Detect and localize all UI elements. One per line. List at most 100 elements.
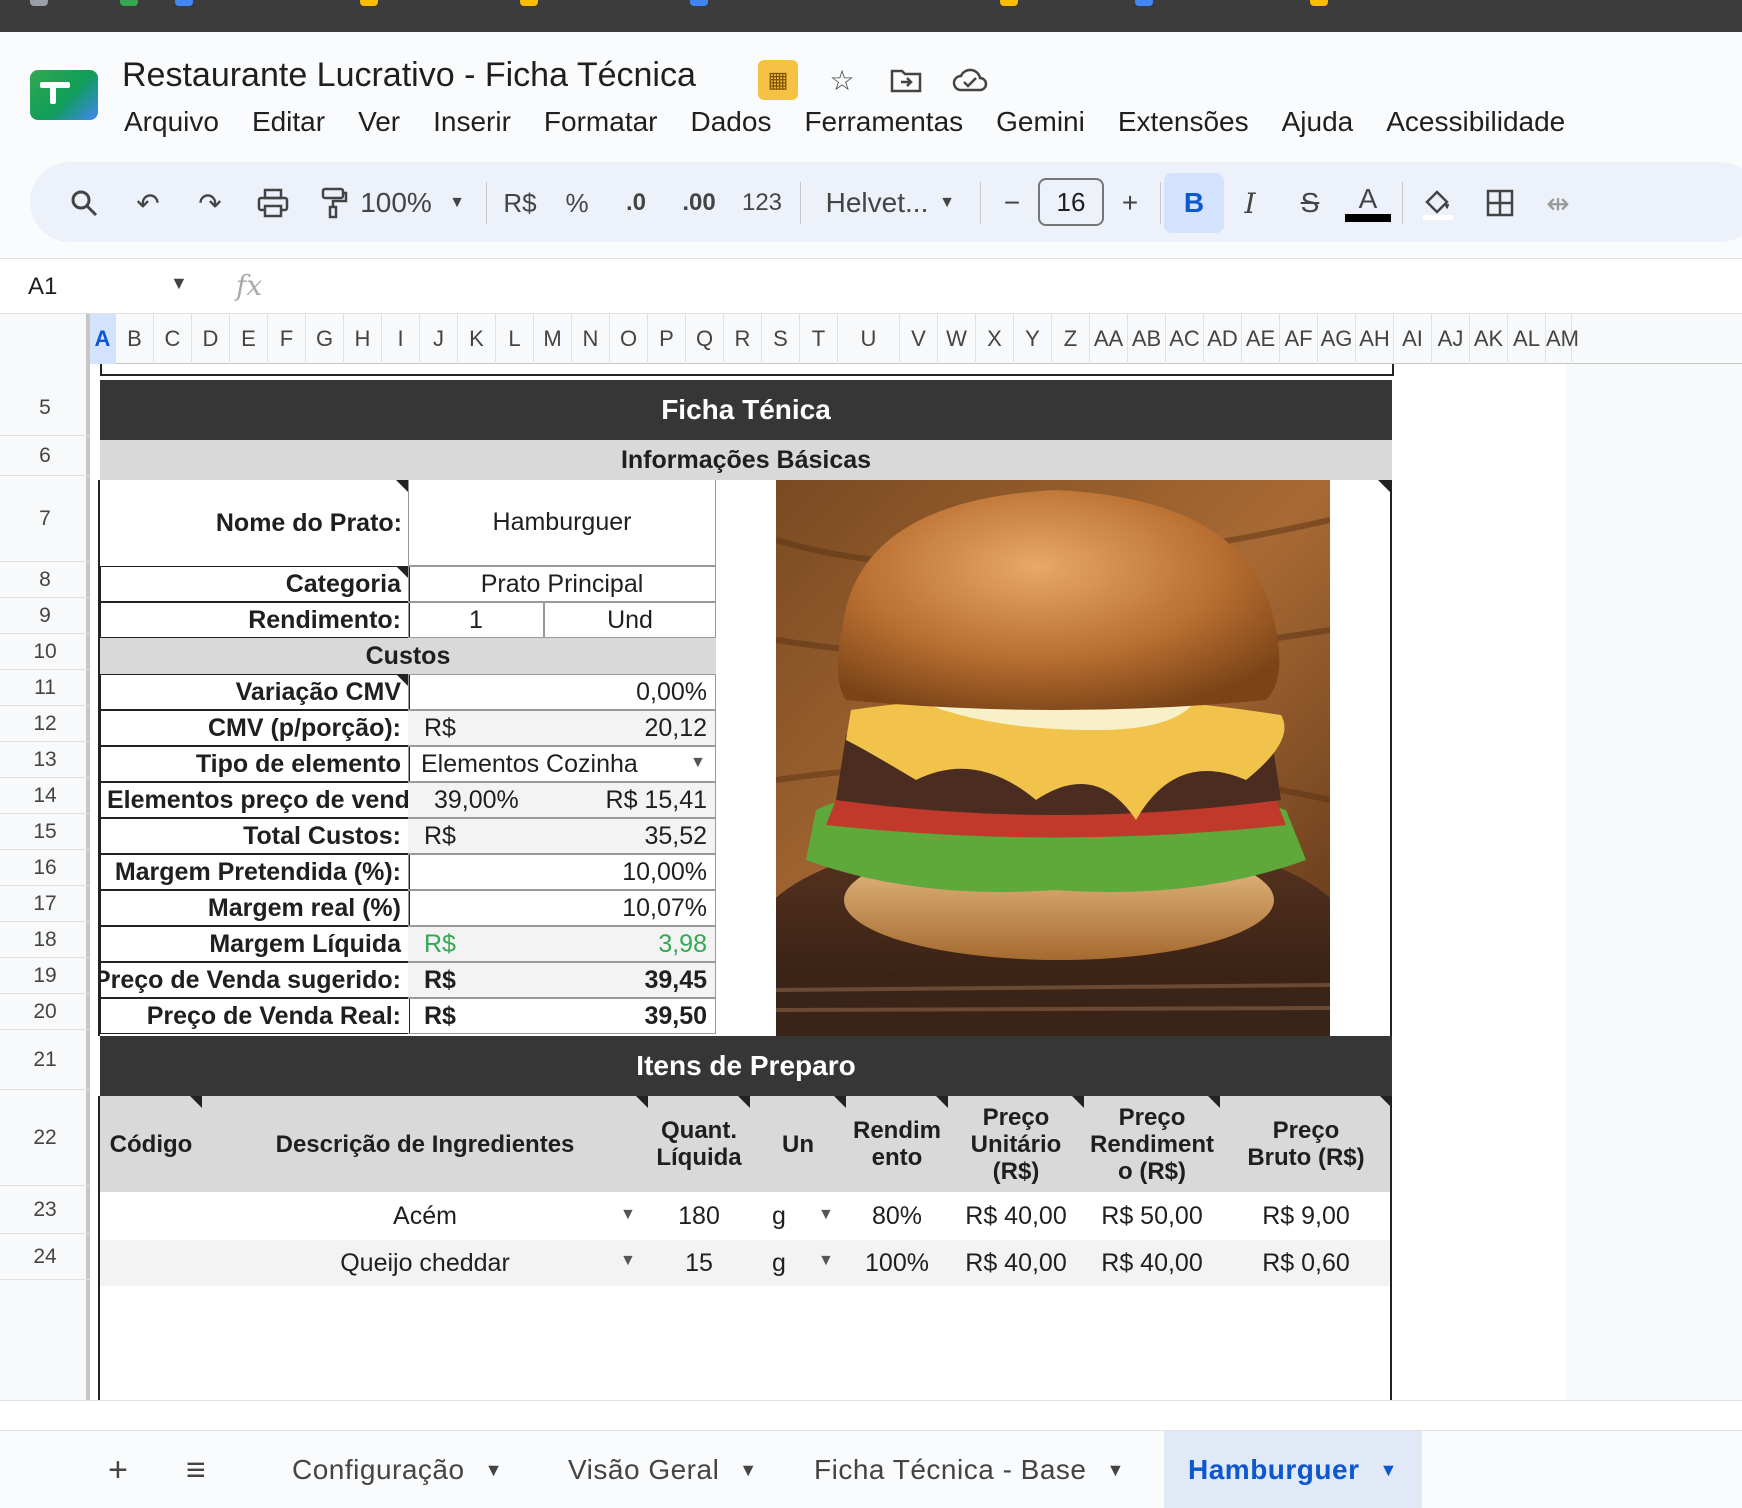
chevron-down-icon[interactable]: ▼ [1379, 1460, 1397, 1481]
italic-button[interactable]: I [1230, 182, 1270, 224]
ingredient-gross-price[interactable]: R$ 0,60 [1220, 1240, 1392, 1286]
sheets-logo-icon[interactable] [30, 70, 98, 120]
column-header-j[interactable]: J [420, 314, 458, 364]
sheet-tab-ficha-tecnica-base[interactable]: Ficha Técnica - Base ▼ [814, 1431, 1125, 1508]
column-header-u[interactable]: U [838, 314, 900, 364]
number-format-button[interactable]: 123 [736, 182, 788, 224]
unit-dropdown-icon[interactable]: ▼ [818, 1252, 834, 1270]
col-header-unit-price[interactable]: Preço Unitário (R$) [948, 1096, 1084, 1192]
real-margin-label[interactable]: Margem real (%) [100, 890, 410, 926]
total-costs-label[interactable]: Total Custos: [100, 818, 410, 854]
all-sheets-menu-button[interactable]: ≡ [186, 1431, 206, 1508]
borders-icon[interactable] [1478, 182, 1522, 224]
chevron-down-icon[interactable]: ▼ [1107, 1460, 1125, 1481]
sheet-tab-hamburguer[interactable]: Hamburguer ▼ [1164, 1431, 1422, 1508]
undo-icon[interactable]: ↶ [128, 182, 168, 224]
dish-photo[interactable] [776, 480, 1330, 1036]
column-header-ag[interactable]: AG [1318, 314, 1356, 364]
column-header-n[interactable]: N [572, 314, 610, 364]
col-header-unit[interactable]: Un [750, 1096, 846, 1192]
menu-ver[interactable]: Ver [358, 106, 400, 138]
chevron-down-icon[interactable]: ▼ [485, 1460, 503, 1481]
menu-acessibilidade[interactable]: Acessibilidade [1386, 106, 1565, 138]
menu-dados[interactable]: Dados [691, 106, 772, 138]
decrease-font-size-button[interactable]: − [992, 182, 1032, 224]
suggested-price-currency[interactable]: R$ [408, 962, 528, 998]
real-price-value[interactable]: 39,50 [528, 998, 716, 1034]
row-header-6[interactable]: 6 [0, 436, 90, 476]
column-header-a[interactable]: A [90, 314, 116, 364]
element-type-dropdown[interactable]: Elementos Cozinha [408, 746, 716, 782]
sale-elements-label[interactable]: Elementos preço de venda (% [100, 782, 410, 818]
prep-title[interactable]: Itens de Preparo [100, 1036, 1392, 1096]
font-dropdown-icon[interactable]: ▼ [932, 182, 962, 224]
net-margin-value[interactable]: 3,98 [528, 926, 716, 962]
column-header-i[interactable]: I [382, 314, 420, 364]
column-header-o[interactable]: O [610, 314, 648, 364]
column-header-aa[interactable]: AA [1090, 314, 1128, 364]
increase-decimals-button[interactable]: .00 [674, 182, 724, 224]
header-title[interactable]: Ficha Ténica [100, 380, 1392, 440]
column-header-ac[interactable]: AC [1166, 314, 1204, 364]
zoom-select[interactable]: 100% [356, 182, 436, 224]
row-header-12[interactable]: 12 [0, 706, 90, 742]
sheet-tab-configuracao[interactable]: Configuração ▼ [292, 1431, 503, 1508]
column-header-af[interactable]: AF [1280, 314, 1318, 364]
font-family-select[interactable]: Helvet... [818, 182, 936, 224]
col-header-net-qty[interactable]: Quant. Líquida [648, 1096, 750, 1192]
column-header-w[interactable]: W [938, 314, 976, 364]
column-header-e[interactable]: E [230, 314, 268, 364]
column-header-f[interactable]: F [268, 314, 306, 364]
horizontal-scrollbar[interactable] [0, 1400, 1742, 1430]
column-header-t[interactable]: T [800, 314, 838, 364]
row-header-9[interactable]: 9 [0, 598, 90, 634]
column-header-q[interactable]: Q [686, 314, 724, 364]
column-header-ak[interactable]: AK [1470, 314, 1508, 364]
column-header-y[interactable]: Y [1014, 314, 1052, 364]
decrease-decimals-button[interactable]: .0 [614, 182, 658, 224]
row-header-13[interactable]: 13 [0, 742, 90, 778]
col-header-gross-price[interactable]: Preço Bruto (R$) [1220, 1096, 1392, 1192]
yield-unit[interactable]: Und [544, 602, 716, 638]
spreadsheet-grid[interactable]: Ficha Ténica Informações Básicas Nome do… [90, 364, 1742, 1400]
column-header-l[interactable]: L [496, 314, 534, 364]
ingredient-unit-price[interactable]: R$ 40,00 [948, 1192, 1084, 1240]
column-header-aj[interactable]: AJ [1432, 314, 1470, 364]
cmv-variation-label[interactable]: Variação CMV [100, 674, 410, 710]
column-header-am[interactable]: AM [1546, 314, 1579, 364]
merge-cells-icon[interactable]: ⇹ [1538, 182, 1578, 224]
col-header-yield[interactable]: Rendim ento [846, 1096, 948, 1192]
ingredient-yield[interactable]: 80% [846, 1192, 948, 1240]
menu-arquivo[interactable]: Arquivo [124, 106, 219, 138]
row-header-21[interactable]: 21 [0, 1030, 90, 1090]
column-header-al[interactable]: AL [1508, 314, 1546, 364]
column-header-p[interactable]: P [648, 314, 686, 364]
ingredient-yield[interactable]: 100% [846, 1240, 948, 1286]
column-header-r[interactable]: R [724, 314, 762, 364]
document-title[interactable]: Restaurante Lucrativo - Ficha Técnica [122, 56, 696, 95]
cloud-saved-icon[interactable] [950, 60, 990, 100]
row-header-16[interactable]: 16 [0, 850, 90, 886]
yield-qty[interactable]: 1 [408, 602, 544, 638]
row-header-18[interactable]: 18 [0, 922, 90, 958]
row-header-20[interactable]: 20 [0, 994, 90, 1030]
menu-editar[interactable]: Editar [252, 106, 325, 138]
name-box-dropdown-icon[interactable]: ▼ [170, 273, 188, 294]
cmv-portion-currency[interactable]: R$ [408, 710, 528, 746]
cmv-portion-label[interactable]: CMV (p/porção): [100, 710, 410, 746]
menu-inserir[interactable]: Inserir [433, 106, 511, 138]
element-type-dropdown-icon[interactable]: ▼ [690, 754, 706, 772]
row-header-17[interactable]: 17 [0, 886, 90, 922]
dish-name-value[interactable]: Hamburguer [408, 480, 716, 566]
percent-format-button[interactable]: % [560, 182, 594, 224]
col-header-description[interactable]: Descrição de Ingredientes [202, 1096, 648, 1192]
menu-ferramentas[interactable]: Ferramentas [804, 106, 963, 138]
ingredient-dropdown-icon[interactable]: ▼ [620, 1206, 636, 1224]
target-margin-label[interactable]: Margem Pretendida (%): [100, 854, 410, 890]
font-size-input[interactable]: 16 [1038, 178, 1104, 226]
row-header-15[interactable]: 15 [0, 814, 90, 850]
bold-button[interactable]: B [1164, 173, 1224, 233]
element-type-label[interactable]: Tipo de elemento [100, 746, 410, 782]
fill-color-icon[interactable] [1414, 182, 1462, 224]
column-header-v[interactable]: V [900, 314, 938, 364]
